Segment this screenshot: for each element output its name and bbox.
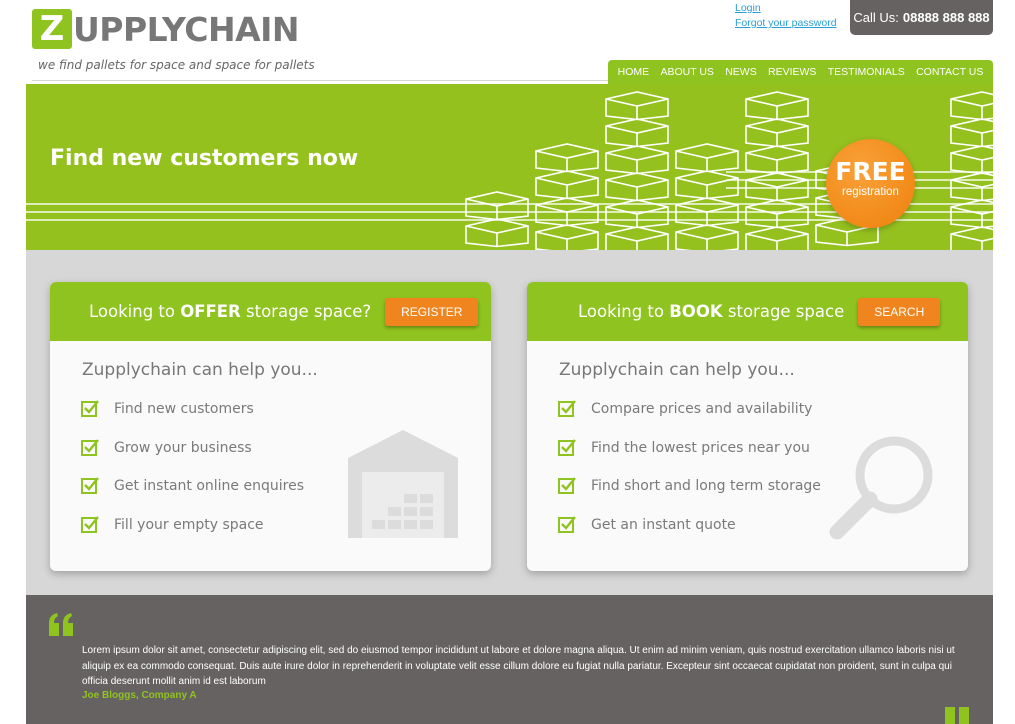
list-item: Find new customers — [81, 399, 304, 438]
logo[interactable]: Z UPPLYCHAIN — [32, 8, 300, 50]
pallet-box-shape — [605, 91, 669, 121]
nav-news[interactable]: NEWS — [725, 66, 757, 78]
pallet-box-shape — [605, 172, 669, 202]
book-benefits-list: Compare prices and availability Find the… — [558, 399, 821, 554]
nav-contact-us[interactable]: CONTACT US — [916, 66, 983, 78]
list-item: Grow your business — [81, 438, 304, 477]
checkbox-checked-icon — [558, 516, 576, 534]
checkbox-checked-icon — [558, 438, 576, 456]
phone-number[interactable]: 08888 888 888 — [903, 10, 990, 25]
offer-card-subtitle: Zupplychain can help you... — [82, 360, 318, 380]
nav-home[interactable]: HOME — [618, 66, 650, 78]
warehouse-icon — [348, 430, 458, 538]
login-link[interactable]: Login — [735, 1, 837, 16]
pallet-box-shape — [675, 224, 739, 250]
pallet-box-shape — [535, 170, 599, 200]
checkbox-checked-icon — [81, 516, 99, 534]
offer-card-heading: Looking to OFFER storage space? — [89, 302, 372, 321]
pallet-box-shape — [950, 172, 993, 202]
badge-registration-text: registration — [842, 186, 899, 198]
pallet-box-shape — [950, 118, 993, 148]
hero-banner: Find new customers now FREE registration — [26, 84, 993, 250]
pallet-box-shape — [465, 191, 529, 221]
site-header: Z UPPLYCHAIN we find pallets for space a… — [0, 0, 1015, 84]
forgot-password-link[interactable]: Forgot your password — [735, 16, 837, 31]
pallet-box-shape — [465, 218, 529, 248]
search-button[interactable]: SEARCH — [858, 297, 941, 326]
call-us-box: Call Us: 08888 888 888 — [850, 0, 993, 35]
offer-storage-card: Looking to OFFER storage space? REGISTER… — [50, 282, 491, 571]
pallet-box-shape — [745, 118, 809, 148]
book-storage-card: Looking to BOOK storage space SEARCH Zup… — [527, 282, 968, 571]
hero-title: Find new customers now — [50, 146, 359, 171]
book-card-subtitle: Zupplychain can help you... — [559, 360, 795, 380]
list-item: Get an instant quote — [558, 515, 821, 554]
list-item: Fill your empty space — [81, 515, 304, 554]
offer-card-header: Looking to OFFER storage space? REGISTER — [50, 282, 491, 341]
service-panels: Looking to OFFER storage space? REGISTER… — [26, 250, 993, 595]
tagline: we find pallets for space and space for … — [38, 58, 315, 72]
offer-benefits-list: Find new customers Grow your business Ge… — [81, 399, 304, 554]
list-item: Compare prices and availability — [558, 399, 821, 438]
book-card-header: Looking to BOOK storage space SEARCH — [527, 282, 968, 341]
logo-wordmark: UPPLYCHAIN — [73, 9, 300, 49]
pallet-box-shape — [950, 91, 993, 121]
book-card-heading: Looking to BOOK storage space — [578, 302, 845, 321]
register-button[interactable]: REGISTER — [385, 297, 479, 326]
pallet-box-shape — [745, 172, 809, 202]
pallet-box-shape — [745, 226, 809, 250]
badge-free-text: FREE — [835, 157, 906, 186]
account-links: Login Forgot your password — [735, 1, 837, 31]
pallet-box-shape — [605, 118, 669, 148]
pallet-box-shape — [675, 170, 739, 200]
call-label: Call Us: — [853, 10, 899, 25]
nav-reviews[interactable]: REVIEWS — [768, 66, 816, 78]
pallet-box-shape — [535, 143, 599, 173]
checkbox-checked-icon — [81, 477, 99, 495]
nav-testimonials[interactable]: TESTIMONIALS — [828, 66, 905, 78]
open-quote-icon — [49, 613, 73, 636]
list-item: Find the lowest prices near you — [558, 438, 821, 477]
checkbox-checked-icon — [558, 477, 576, 495]
logo-mark: Z — [32, 9, 72, 49]
checkbox-checked-icon — [558, 400, 576, 417]
pallet-box-shape — [535, 224, 599, 250]
testimonial-author: Joe Bloggs, Company A — [82, 690, 197, 701]
checkbox-checked-icon — [81, 400, 99, 417]
main-nav: HOME ABOUT US NEWS REVIEWS TESTIMONIALS … — [608, 60, 993, 84]
pallet-box-shape — [745, 91, 809, 121]
nav-about-us[interactable]: ABOUT US — [660, 66, 713, 78]
testimonial-quote: Lorem ipsum dolor sit amet, consectetur … — [82, 645, 955, 687]
pallet-box-shape — [605, 226, 669, 250]
testimonial-section: Lorem ipsum dolor sit amet, consectetur … — [26, 595, 993, 724]
pallet-box-shape — [950, 145, 993, 175]
checkbox-checked-icon — [81, 438, 99, 456]
close-quote-icon — [945, 707, 969, 724]
pallet-box-shape — [675, 143, 739, 173]
list-item: Get instant online enquires — [81, 476, 304, 515]
pallet-box-shape — [950, 226, 993, 250]
list-item: Find short and long term storage — [558, 476, 821, 515]
pallet-box-shape — [745, 145, 809, 175]
magnifier-icon — [829, 436, 933, 540]
pallet-box-shape — [605, 145, 669, 175]
free-registration-badge[interactable]: FREE registration — [826, 139, 915, 228]
header-divider — [32, 80, 608, 81]
